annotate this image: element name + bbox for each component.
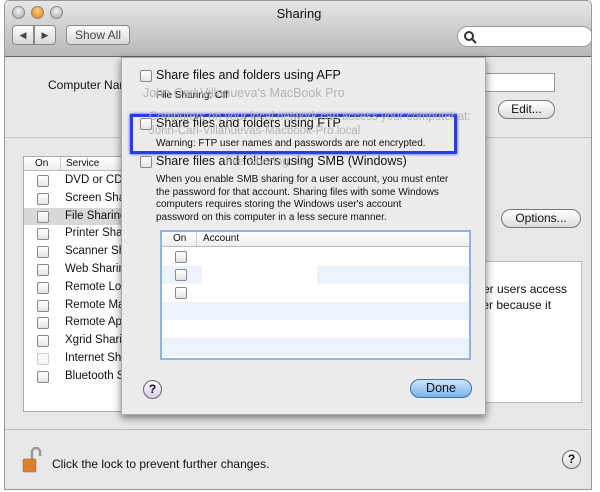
service-checkbox[interactable] [37,370,49,383]
show-all-button[interactable]: Show All [66,25,130,45]
sheet-help-button[interactable]: ? [143,380,162,399]
done-button[interactable]: Done [410,379,472,398]
divider [5,429,591,430]
service-list-header: On Service [24,157,132,171]
window-title: Sharing [276,6,322,21]
service-checkbox[interactable] [37,246,49,259]
service-checkbox[interactable] [37,264,49,276]
lock-text: Click the lock to prevent further change… [52,457,270,471]
service-row[interactable]: Web Sharing [24,261,132,279]
service-row[interactable]: Internet Sharing [24,350,132,368]
back-button[interactable]: ◀ [12,25,34,45]
description-text: ther users access lder because it [473,281,567,313]
account-name [202,248,317,266]
search-field[interactable] [457,26,591,47]
service-checkbox[interactable] [37,335,49,348]
account-row[interactable] [162,302,469,320]
account-row[interactable] [162,284,469,302]
service-row[interactable]: Screen Sharing [24,190,132,208]
service-checkbox[interactable] [37,353,49,365]
account-row[interactable] [162,266,469,284]
service-row[interactable]: File Sharing [24,207,132,226]
account-name [202,284,317,302]
forward-button[interactable]: ▶ [34,25,56,45]
account-row[interactable] [162,248,469,266]
on-column-header[interactable]: On [173,232,186,246]
smb-checkbox[interactable] [140,156,152,168]
search-icon [464,31,477,44]
service-checkbox[interactable] [37,192,49,205]
description-line: lder because it [473,298,552,312]
account-name [202,266,317,284]
accounts-header: On Account [162,232,469,247]
smb-note-line: the password for that account. Sharing f… [156,186,439,198]
account-row[interactable] [162,320,469,338]
account-checkbox[interactable] [175,251,187,263]
help-button[interactable]: ? [562,450,581,469]
sharing-window: Sharing ◀ ▶ Show All Computer Name: Edit… [4,0,592,490]
service-name: File Sharing [65,209,127,222]
service-checkbox[interactable] [37,210,49,223]
service-checkbox[interactable] [37,299,49,312]
afp-label: Share files and folders using AFP [156,68,341,82]
smb-note-line: When you enable SMB sharing for a user a… [156,174,449,185]
service-checkbox[interactable] [37,175,49,187]
file-sharing-status: File Sharing: On [225,154,312,168]
accounts-table[interactable]: On Account [160,230,471,360]
computer-name-field[interactable] [485,73,555,92]
service-column-header[interactable]: Service [60,157,99,170]
service-list[interactable]: On Service DVD or CD SharingScreen Shari… [23,156,133,412]
service-row[interactable]: Bluetooth Sharing [24,368,132,386]
smb-note-line: password on this computer in a less secu… [156,211,387,223]
service-row[interactable]: Scanner Sharing [24,243,132,261]
service-row[interactable]: Xgrid Sharing [24,332,132,350]
service-row[interactable]: Remote Management [24,297,132,315]
network-address-text: Computers on your local network can acce… [149,111,471,137]
title-bar: Sharing ◀ ▶ Show All [5,1,591,57]
service-row[interactable]: Remote Login [24,279,132,297]
unlocked-lock-icon[interactable] [22,447,42,473]
service-row[interactable]: DVD or CD Sharing [24,172,132,190]
service-row[interactable]: Printer Sharing [24,225,132,243]
description-line: ther users access [473,282,568,296]
service-checkbox[interactable] [37,228,49,241]
smb-note: When you enable SMB sharing for a user a… [156,174,448,224]
service-checkbox[interactable] [37,281,49,294]
account-checkbox[interactable] [175,269,187,281]
edit-button[interactable]: Edit... [498,100,555,119]
computer-name-value: John Carl Villanueva's MacBook Pro [143,86,345,100]
options-button[interactable]: Options... [501,209,581,228]
service-checkbox[interactable] [37,317,49,330]
account-column-header[interactable]: Account [196,232,239,246]
service-row[interactable]: Remote Apple Events [24,314,132,332]
account-checkbox[interactable] [175,287,187,299]
on-column-header[interactable]: On [35,157,48,170]
smb-note-line: computers requires storing the Windows u… [156,199,402,210]
account-row[interactable] [162,338,469,356]
afp-checkbox[interactable] [140,70,152,82]
ftp-warning: Warning: FTP user names and passwords ar… [156,138,426,149]
